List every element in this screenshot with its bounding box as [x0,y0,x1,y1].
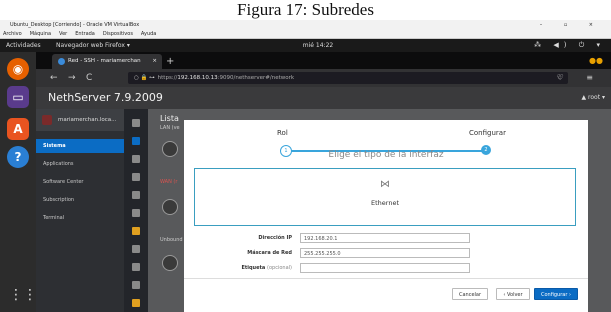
lan-interface-icon[interactable] [162,141,178,157]
ubuntu-dock: ◉ ▭ A ? ⋮⋮⋮ [0,52,51,312]
ethernet-label: Ethernet [371,199,399,207]
host-selector[interactable]: mariamerchan.loca... [36,109,124,131]
tab-red-ssh[interactable]: Red - SSH - mariamerchan × [52,54,162,69]
tag-input[interactable] [300,263,470,273]
tab-close-icon[interactable]: × [152,54,157,69]
vm-titlebar: Ubuntu_Desktop [Corriendo] - Oracle VM V… [0,20,611,30]
configure-button[interactable]: Configurar › [534,288,578,300]
nav-sistema[interactable]: Sistema [36,139,124,153]
ethernet-icon: ⋈ [380,179,390,190]
optional-hint: (opcional) [267,265,292,271]
subnav-icon[interactable] [132,119,140,127]
tab-overflow-icon[interactable]: ●● [589,52,603,69]
firefox-icon[interactable]: ◉ [7,58,29,80]
subnav-icon[interactable] [132,263,140,271]
virtualbox-window: Ubuntu_Desktop [Corriendo] - Oracle VM V… [0,20,611,312]
subnav-icon[interactable] [132,281,140,289]
nav-applications[interactable]: Applications [36,157,124,171]
reload-button[interactable]: C [86,69,92,87]
gnome-topbar: Actividades Navegador web Firefox ▾ mié … [0,39,611,52]
ip-address-label: Dirección IP [258,235,292,241]
list-heading: Lista [160,114,179,123]
server-icon [42,115,52,125]
url-bar[interactable]: ○ 🔒 ⊶ https://192.168.10.13:9090/nethserv… [128,72,568,84]
tag-label: Etiqueta (opcional) [184,265,292,271]
unbound-label: Unbound [160,237,183,243]
step-configurar-label: Configurar [469,129,506,137]
nav-label: Terminal [43,215,65,221]
configure-interface-modal: Rol Configurar 1 2 Elige el tipo de la i… [184,120,588,312]
ethernet-option[interactable]: ⋈ Ethernet [194,168,576,226]
ip-address-input[interactable]: 192.168.20.1 [300,233,470,243]
nav-label: Sistema [43,143,66,149]
step-rol-label: Rol [277,129,288,137]
subnav-icon[interactable] [132,191,140,199]
firefox-app-menu[interactable]: Navegador web Firefox ▾ [56,39,130,52]
new-tab-button[interactable]: + [166,54,174,69]
vm-title: Ubuntu_Desktop [Corriendo] - Oracle VM V… [10,22,140,28]
url-host: 192.168.10.13 [177,75,218,81]
tag-label-text: Etiqueta [241,265,266,271]
toolbar-right-icons[interactable]: ♡ ≡ [557,69,603,87]
cancel-button[interactable]: Cancelar [452,288,488,300]
menu-archivo[interactable]: Archivo [3,31,22,37]
vm-menubar: Archivo Máquina Ver Entrada Dispositivos Ayud… [0,30,611,39]
user-menu[interactable]: ▲ root ▾ [582,87,605,109]
nethserver-brand: NethServer 7.9.2009 [48,91,163,104]
nav-subscription[interactable]: Subscription [36,193,124,207]
unbound-interface-icon[interactable] [162,255,178,271]
forward-button[interactable]: → [68,69,76,87]
interface-type-heading: Elige el tipo de la interfaz [328,150,444,160]
vm-window-controls[interactable]: – ▫ × [540,20,603,30]
subnav-icon[interactable] [132,173,140,181]
nav-software-center[interactable]: Software Center [36,175,124,189]
wan-label: WAN (r [160,179,178,185]
netmask-label: Máscara de Red [247,250,292,256]
sistema-subnav [124,109,148,312]
wan-interface-icon[interactable] [162,199,178,215]
menu-entrada[interactable]: Entrada [75,31,95,37]
menu-maquina[interactable]: Máquina [30,31,51,37]
nethserver-sidebar: mariamerchan.loca... Sistema Application… [36,109,124,312]
activities-button[interactable]: Actividades [6,39,41,52]
menu-dispositivos[interactable]: Dispositivos [103,31,133,37]
modal-footer-divider [184,278,588,279]
figure-caption: Figura 17: Subredes [0,0,611,20]
files-icon[interactable]: ▭ [7,86,29,108]
nethserver-header: NethServer 7.9.2009 ▲ root ▾ [36,87,611,109]
menu-ayuda[interactable]: Ayuda [141,31,156,37]
nethserver-favicon [58,58,65,65]
menu-ver[interactable]: Ver [59,31,67,37]
url-path: :9090/nethserver#/network [217,75,295,81]
subnav-warning-icon[interactable] [132,227,140,235]
back-button[interactable]: ← [50,69,58,87]
subnav-icon[interactable] [132,209,140,217]
system-tray-icons[interactable]: ⁂ ◀) ⏻ ▾ [534,39,605,52]
nav-label: Subscription [43,197,75,203]
help-icon[interactable]: ? [7,146,29,168]
host-name: mariamerchan.loca... [58,117,117,123]
url-prefix: https:// [157,75,178,81]
lock-icon: ○ 🔒 ⊶ [134,75,155,81]
subnav-network-icon[interactable] [132,137,140,145]
subnav-icon[interactable] [132,155,140,163]
netmask-input[interactable]: 255.255.255.0 [300,248,470,258]
tab-strip: Red - SSH - mariamerchan × + ●● [36,52,611,69]
clock[interactable]: mié 14:22 [288,39,348,52]
nav-terminal[interactable]: Terminal [36,211,124,225]
software-icon[interactable]: A [7,118,29,140]
lan-label: LAN (ve [160,125,180,131]
tab-label: Red - SSH - mariamerchan [68,58,141,64]
nav-bar: ← → C ○ 🔒 ⊶ https://192.168.10.13:9090/ne… [36,69,611,87]
nav-label: Software Center [43,179,84,185]
nav-label: Applications [43,161,74,167]
subnav-icon[interactable] [132,245,140,253]
back-button-modal[interactable]: ‹ Volver [496,288,530,300]
subnav-warning-icon[interactable] [132,299,140,307]
